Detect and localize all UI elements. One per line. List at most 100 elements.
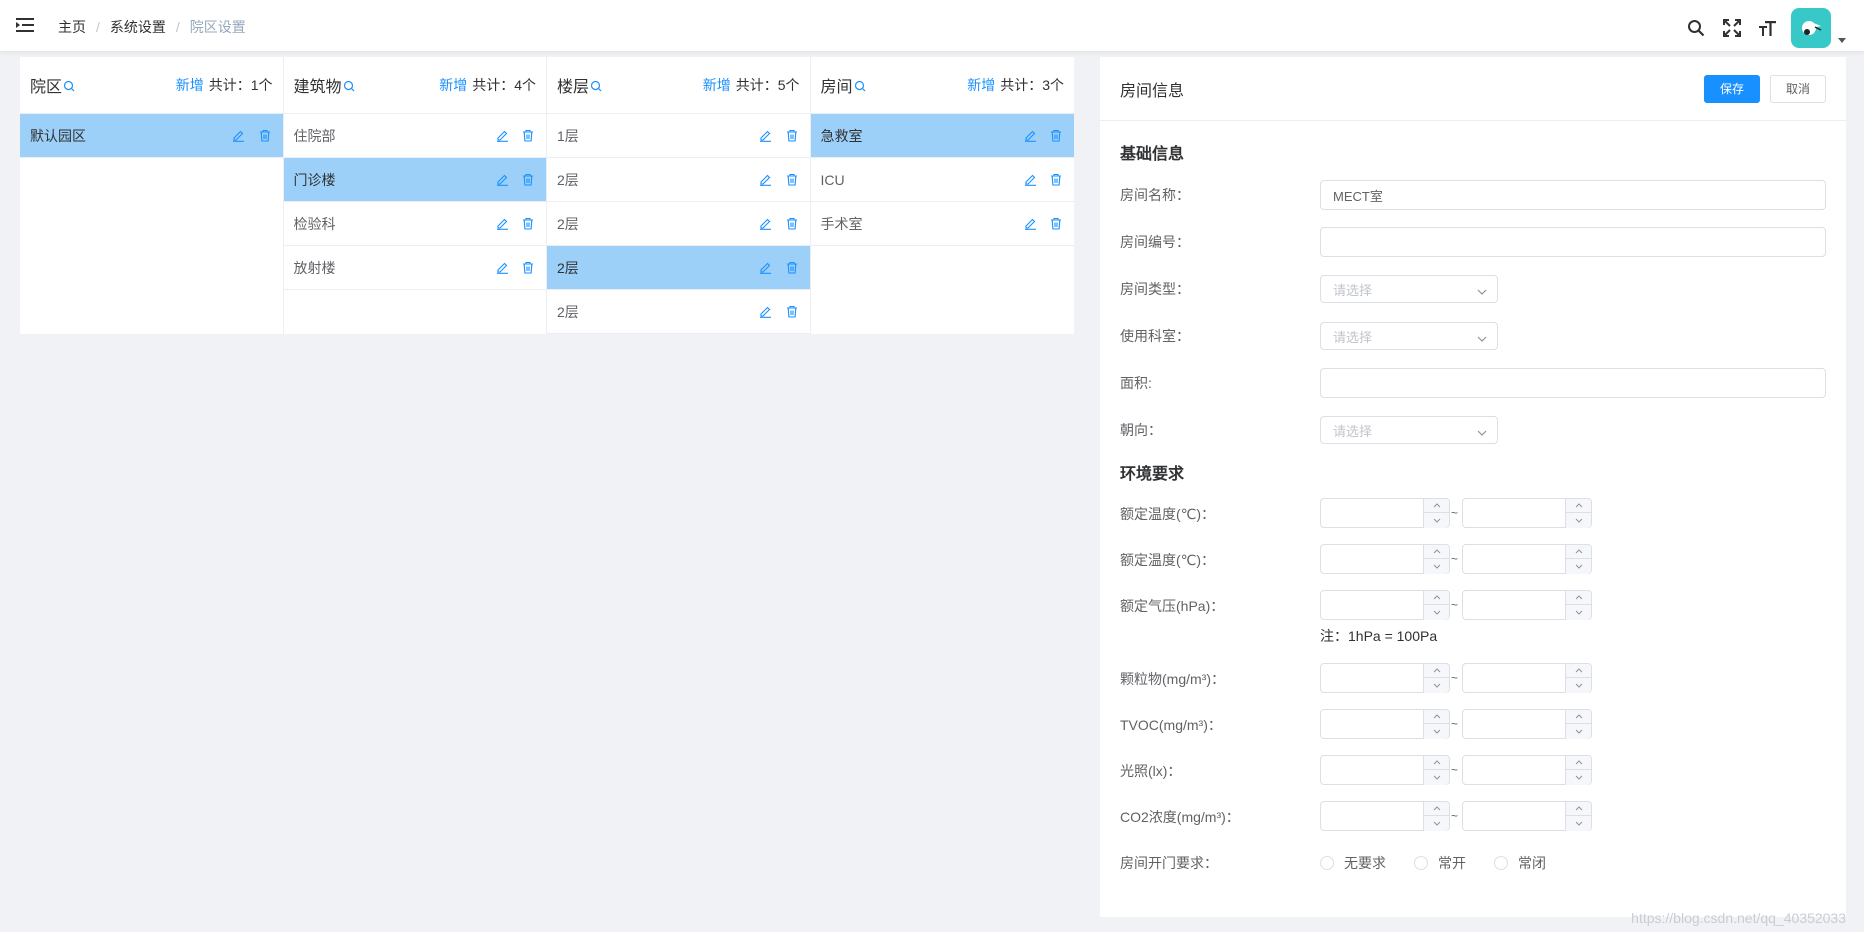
decrement-icon[interactable] — [1565, 605, 1591, 620]
decrement-icon[interactable] — [1423, 816, 1449, 831]
edit-icon[interactable] — [231, 128, 247, 144]
delete-icon[interactable] — [520, 172, 536, 188]
search-icon[interactable] — [1685, 17, 1707, 39]
list-item[interactable]: 放射楼 — [283, 246, 546, 290]
edit-icon[interactable] — [758, 216, 774, 232]
increment-icon[interactable] — [1423, 499, 1449, 513]
decrement-icon[interactable] — [1423, 678, 1449, 693]
edit-icon[interactable] — [1022, 216, 1038, 232]
list-item[interactable]: ICU — [810, 158, 1074, 202]
edit-icon[interactable] — [494, 128, 510, 144]
edit-icon[interactable] — [758, 260, 774, 276]
room-name-input[interactable]: MECT室 — [1320, 180, 1826, 210]
delete-icon[interactable] — [1048, 128, 1064, 144]
font-size-icon[interactable] — [1757, 17, 1779, 39]
particulate-max-input[interactable] — [1462, 663, 1592, 693]
add-button[interactable]: 新增 — [967, 75, 995, 95]
area-input[interactable] — [1320, 368, 1826, 398]
delete-icon[interactable] — [520, 128, 536, 144]
increment-icon[interactable] — [1565, 802, 1591, 816]
edit-icon[interactable] — [494, 172, 510, 188]
chevron-down-icon[interactable] — [1838, 37, 1846, 43]
illumination-max-input[interactable] — [1462, 755, 1592, 785]
edit-icon[interactable] — [758, 172, 774, 188]
edit-icon[interactable] — [1022, 128, 1038, 144]
radio-no-requirement[interactable]: 无要求 — [1320, 853, 1386, 873]
search-icon[interactable] — [590, 79, 602, 95]
list-item[interactable]: 2层 — [547, 246, 810, 290]
list-item[interactable]: 2层 — [547, 290, 810, 334]
delete-icon[interactable] — [520, 260, 536, 276]
decrement-icon[interactable] — [1565, 724, 1591, 739]
increment-icon[interactable] — [1423, 545, 1449, 559]
user-avatar[interactable] — [1791, 8, 1831, 48]
breadcrumb-system-settings[interactable]: 系统设置 — [110, 17, 166, 37]
delete-icon[interactable] — [784, 216, 800, 232]
search-icon[interactable] — [63, 79, 75, 95]
pressure-max-input[interactable] — [1462, 590, 1592, 620]
fullscreen-icon[interactable] — [1721, 17, 1743, 39]
increment-icon[interactable] — [1565, 664, 1591, 678]
temperature-max-input[interactable] — [1462, 498, 1592, 528]
orientation-select[interactable]: 请选择 — [1320, 416, 1498, 444]
edit-icon[interactable] — [494, 216, 510, 232]
search-icon[interactable] — [343, 79, 355, 95]
radio-circle[interactable] — [1414, 856, 1428, 870]
list-item[interactable]: 默认园区 — [20, 114, 283, 158]
particulate-min-input[interactable] — [1320, 663, 1450, 693]
decrement-icon[interactable] — [1565, 513, 1591, 528]
list-item[interactable]: 门诊楼 — [283, 158, 546, 202]
radio-normally-closed[interactable]: 常闭 — [1494, 853, 1546, 873]
tvoc-max-input[interactable] — [1462, 709, 1592, 739]
increment-icon[interactable] — [1565, 591, 1591, 605]
edit-icon[interactable] — [758, 304, 774, 320]
room-type-select[interactable]: 请选择 — [1320, 275, 1498, 303]
edit-icon[interactable] — [758, 128, 774, 144]
list-item[interactable]: 检验科 — [283, 202, 546, 246]
decrement-icon[interactable] — [1565, 559, 1591, 574]
decrement-icon[interactable] — [1423, 724, 1449, 739]
decrement-icon[interactable] — [1423, 559, 1449, 574]
list-item[interactable]: 住院部 — [283, 114, 546, 158]
delete-icon[interactable] — [1048, 172, 1064, 188]
decrement-icon[interactable] — [1423, 770, 1449, 785]
add-button[interactable]: 新增 — [703, 75, 731, 95]
list-item[interactable]: 2层 — [547, 202, 810, 246]
delete-icon[interactable] — [1048, 216, 1064, 232]
increment-icon[interactable] — [1565, 756, 1591, 770]
increment-icon[interactable] — [1565, 710, 1591, 724]
cancel-button[interactable]: 取消 — [1770, 74, 1826, 103]
pressure-min-input[interactable] — [1320, 590, 1450, 620]
list-item[interactable]: 1层 — [547, 114, 810, 158]
radio-circle[interactable] — [1320, 856, 1334, 870]
illumination-min-input[interactable] — [1320, 755, 1450, 785]
save-button[interactable]: 保存 — [1704, 74, 1760, 103]
tvoc-min-input[interactable] — [1320, 709, 1450, 739]
edit-icon[interactable] — [1022, 172, 1038, 188]
radio-circle[interactable] — [1494, 856, 1508, 870]
add-button[interactable]: 新增 — [176, 75, 204, 95]
decrement-icon[interactable] — [1423, 605, 1449, 620]
increment-icon[interactable] — [1565, 545, 1591, 559]
increment-icon[interactable] — [1423, 802, 1449, 816]
breadcrumb-home[interactable]: 主页 — [58, 17, 86, 37]
increment-icon[interactable] — [1565, 499, 1591, 513]
decrement-icon[interactable] — [1565, 770, 1591, 785]
room-number-input[interactable] — [1320, 227, 1826, 257]
list-item[interactable]: 手术室 — [810, 202, 1074, 246]
co2-min-input[interactable] — [1320, 801, 1450, 831]
radio-normally-open[interactable]: 常开 — [1414, 853, 1466, 873]
delete-icon[interactable] — [784, 128, 800, 144]
add-button[interactable]: 新增 — [439, 75, 467, 95]
decrement-icon[interactable] — [1565, 678, 1591, 693]
delete-icon[interactable] — [784, 304, 800, 320]
decrement-icon[interactable] — [1565, 816, 1591, 831]
temperature-min-input[interactable] — [1320, 498, 1450, 528]
increment-icon[interactable] — [1423, 664, 1449, 678]
temperature2-min-input[interactable] — [1320, 544, 1450, 574]
co2-max-input[interactable] — [1462, 801, 1592, 831]
temperature2-max-input[interactable] — [1462, 544, 1592, 574]
delete-icon[interactable] — [784, 172, 800, 188]
edit-icon[interactable] — [494, 260, 510, 276]
delete-icon[interactable] — [257, 128, 273, 144]
